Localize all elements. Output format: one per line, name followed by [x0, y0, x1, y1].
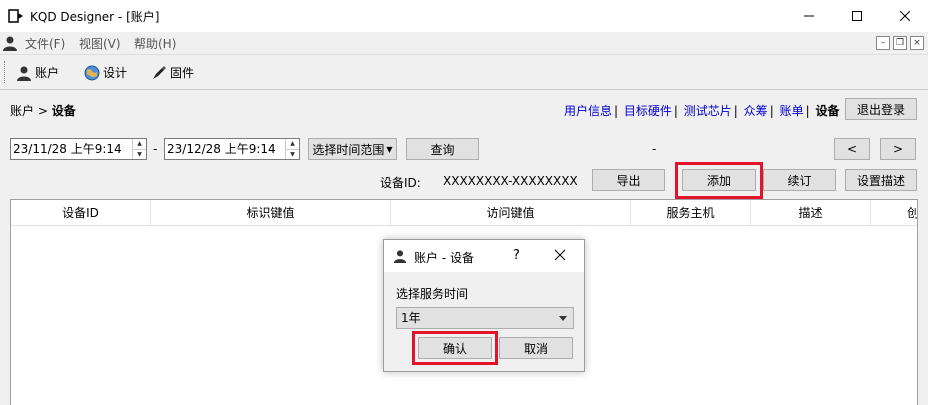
menu-bar: 文件(F) 视图(V) 帮助(H) – ❐ ×	[0, 32, 928, 54]
globe-icon	[84, 65, 100, 80]
dialog-prompt: 选择服务时间	[396, 287, 469, 301]
dialog-help-button[interactable]: ?	[513, 248, 520, 263]
link-target-hardware[interactable]: 目标硬件	[624, 104, 672, 118]
toolbar-grip[interactable]	[4, 61, 6, 83]
nav-links: 用户信息 | 目标硬件 | 测试芯片 | 众筹 | 账单 | 设备	[564, 102, 839, 119]
page-indicator: -	[652, 142, 657, 156]
prev-page-button[interactable]: <	[834, 138, 870, 160]
cancel-button[interactable]: 取消	[499, 337, 573, 359]
time-range-label: 选择时间范围	[312, 142, 385, 157]
end-time-input[interactable]: 23/12/28 上午9:14 ▲ ▼	[164, 138, 300, 160]
column-header-description[interactable]: 描述	[751, 200, 871, 226]
end-time-value: 23/12/28 上午9:14	[167, 142, 276, 156]
end-time-spinner[interactable]: ▲ ▼	[285, 139, 299, 159]
window-title: KQD Designer - [账户]	[30, 10, 160, 24]
export-button[interactable]: 导出	[592, 169, 665, 191]
minimize-icon: –	[880, 38, 886, 48]
pen-icon	[153, 65, 166, 79]
menu-view[interactable]: 视图(V)	[79, 35, 121, 52]
link-billing[interactable]: 账单	[780, 104, 804, 118]
link-separator: |	[614, 104, 619, 118]
link-separator: |	[769, 104, 774, 118]
time-range-dropdown[interactable]: 选择时间范围 ▼	[308, 138, 397, 160]
dialog-title-bar: 账户 - 设备 ?	[384, 240, 584, 272]
close-icon[interactable]	[554, 249, 566, 261]
device-id-label: 设备ID:	[380, 176, 421, 190]
maximize-icon	[852, 11, 862, 21]
app-icon	[8, 9, 23, 23]
toolbar: 账户 设计 固件	[0, 54, 928, 90]
table-header: 设备ID 标识键值 访问键值 服务主机 描述 创	[11, 200, 917, 226]
title-bar: KQD Designer - [账户]	[0, 0, 928, 32]
breadcrumb-current: 设备	[51, 104, 76, 118]
start-time-spinner[interactable]: ▲ ▼	[132, 139, 146, 159]
set-description-button[interactable]: 设置描述	[845, 169, 917, 191]
service-time-select[interactable]: 1年	[396, 307, 574, 329]
mdi-close-button[interactable]: ×	[910, 36, 924, 50]
spin-down-icon[interactable]: ▼	[286, 149, 299, 159]
breadcrumb-separator: >	[37, 104, 48, 118]
date-range-dash: -	[153, 142, 158, 156]
mdi-restore-button[interactable]: ❐	[893, 36, 907, 50]
link-user-info[interactable]: 用户信息	[564, 104, 612, 118]
toolbar-account-button[interactable]: 账户	[16, 64, 59, 81]
toolbar-account-label: 账户	[35, 66, 60, 80]
column-header-device-id[interactable]: 设备ID	[11, 200, 151, 226]
link-separator: |	[733, 104, 738, 118]
dialog-title: 账户 - 设备	[414, 251, 474, 265]
renew-button[interactable]: 续订	[763, 169, 836, 191]
close-button[interactable]	[882, 0, 928, 32]
minimize-icon	[804, 15, 814, 17]
link-separator: |	[805, 104, 810, 118]
breadcrumb: 账户 > 设备	[10, 102, 76, 119]
user-icon	[3, 36, 17, 51]
confirm-button-highlight	[412, 331, 498, 365]
chevron-down-icon	[559, 316, 567, 321]
menu-file[interactable]: 文件(F)	[25, 35, 65, 52]
restore-icon: ❐	[895, 38, 905, 48]
device-id-value: XXXXXXXX-XXXXXXXX	[443, 174, 578, 188]
close-icon	[900, 11, 910, 21]
link-devices-current: 设备	[815, 104, 840, 118]
toolbar-design-label: 设计	[103, 66, 128, 80]
minimize-button[interactable]	[786, 0, 832, 32]
spin-down-icon[interactable]: ▼	[133, 149, 146, 159]
close-icon: ×	[913, 38, 921, 48]
link-separator: |	[673, 104, 678, 118]
add-button-highlight	[675, 162, 763, 199]
query-button[interactable]: 查询	[406, 138, 479, 160]
next-page-button[interactable]: >	[880, 138, 916, 160]
column-header-service-host[interactable]: 服务主机	[631, 200, 751, 226]
user-icon	[393, 250, 407, 263]
start-time-value: 23/11/28 上午9:14	[13, 142, 122, 156]
start-time-input[interactable]: 23/11/28 上午9:14 ▲ ▼	[10, 138, 147, 160]
toolbar-design-button[interactable]: 设计	[84, 64, 127, 81]
toolbar-firmware-button[interactable]: 固件	[151, 64, 194, 81]
maximize-button[interactable]	[834, 0, 880, 32]
dropdown-arrow-icon: ▼	[386, 144, 393, 154]
column-header-identity-key[interactable]: 标识键值	[151, 200, 391, 226]
link-test-chip[interactable]: 测试芯片	[684, 104, 732, 118]
logout-button[interactable]: 退出登录	[845, 98, 917, 120]
service-time-dialog: 账户 - 设备 ? 选择服务时间 1年 确认 取消	[383, 239, 585, 372]
mdi-minimize-button[interactable]: –	[876, 36, 890, 50]
link-crowdfunding[interactable]: 众筹	[744, 104, 768, 118]
breadcrumb-parent[interactable]: 账户	[10, 104, 34, 118]
column-header-created[interactable]: 创	[871, 200, 917, 226]
toolbar-firmware-label: 固件	[170, 66, 195, 80]
menu-help[interactable]: 帮助(H)	[134, 35, 176, 52]
column-header-access-key[interactable]: 访问键值	[391, 200, 631, 226]
service-time-selected: 1年	[401, 311, 421, 325]
user-icon	[17, 66, 31, 81]
